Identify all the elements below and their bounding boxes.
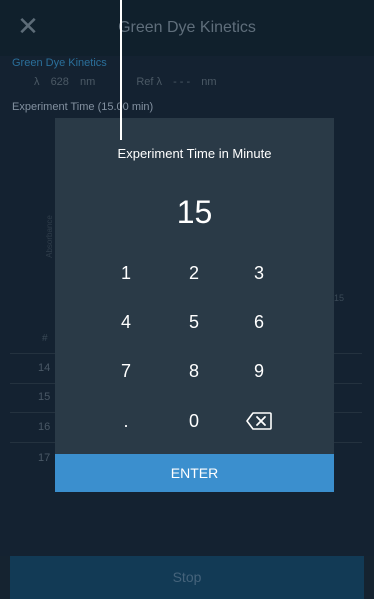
backspace-icon-glyph <box>246 412 272 430</box>
dialog-title: Experiment Time in Minute <box>117 146 272 161</box>
backspace-icon[interactable] <box>213 401 305 441</box>
ref-lambda-value: - - - <box>173 76 191 88</box>
entered-value: 15 <box>176 194 213 230</box>
key-6[interactable]: 6 <box>213 302 305 342</box>
table-row: 15 <box>38 391 51 403</box>
page-title: Green Dye Kinetics <box>118 19 256 36</box>
table-row: 14 <box>38 362 51 374</box>
lambda-label: λ <box>34 76 40 88</box>
wavelength-row: λ 628 nm Ref λ - - - nm <box>34 76 225 88</box>
experiment-time-label: Experiment Time (15.00 min) <box>12 101 154 113</box>
experiment-name: Green Dye Kinetics <box>12 57 107 69</box>
key-3[interactable]: 3 <box>213 253 305 293</box>
ref-lambda-label: Ref λ <box>136 76 163 88</box>
table-row: 17 <box>38 452 51 464</box>
keypad-dialog: Experiment Time in Minute 15 1 2 3 4 5 6… <box>55 118 334 492</box>
ref-lambda-unit: nm <box>201 76 217 88</box>
table-row: 16 <box>38 421 51 433</box>
lambda-unit: nm <box>79 76 96 88</box>
absorbance-axis-label: Absorbance <box>44 215 54 258</box>
pointer-indicator <box>120 0 122 140</box>
lambda-value: 628 <box>50 76 69 88</box>
column-header-hash: # <box>42 333 48 344</box>
top-bar: ✕ Green Dye Kinetics <box>0 0 374 56</box>
axis-tick-label: 15 <box>334 293 345 303</box>
enter-button[interactable]: ENTER <box>55 454 334 492</box>
stop-button[interactable]: Stop <box>10 556 364 599</box>
key-9[interactable]: 9 <box>213 351 305 391</box>
